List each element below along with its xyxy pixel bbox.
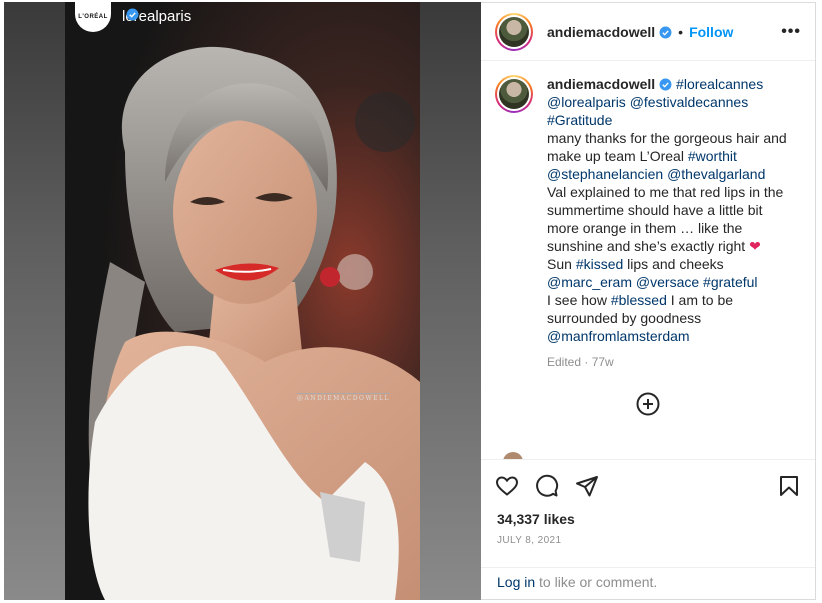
- caption-link[interactable]: #worthit: [688, 148, 737, 164]
- caption-link[interactable]: @stephanelancien: [547, 166, 663, 182]
- comments-area[interactable]: andiemacdowell #lorealcannes @lorealpari…: [481, 61, 815, 459]
- caption-link[interactable]: @marc_eram: [547, 274, 632, 290]
- caption-username[interactable]: andiemacdowell: [547, 76, 655, 92]
- heart-icon[interactable]: [495, 474, 519, 498]
- avatar-image: [499, 79, 529, 109]
- post-date[interactable]: JULY 8, 2021: [481, 531, 815, 559]
- share-icon[interactable]: [575, 474, 599, 498]
- post-header: andiemacdowell • Follow •••: [481, 3, 815, 61]
- caption-body: #lorealcannes @lorealparis @festivaldeca…: [547, 76, 787, 344]
- caption-link[interactable]: @versace: [636, 274, 699, 290]
- like-count[interactable]: 34,337 likes: [481, 511, 815, 531]
- login-link[interactable]: Log in: [497, 574, 535, 590]
- verified-icon: [659, 26, 672, 38]
- caption-segment: lips and cheeks: [623, 256, 724, 272]
- action-bar: [481, 459, 815, 511]
- media-backdrop-left: [4, 2, 65, 600]
- post-sidebar: andiemacdowell • Follow ••• andiemacdowe…: [481, 2, 816, 600]
- avatar-image: [499, 16, 529, 47]
- caption-link[interactable]: @lorealparis: [547, 94, 626, 110]
- post-photo[interactable]: L'ORÉAL lorealparis @ANDIEMACDOWELL: [65, 2, 420, 600]
- caption-avatar[interactable]: [495, 75, 533, 113]
- login-prompt: Log in to like or comment.: [481, 567, 815, 599]
- caption-segment: Sun: [547, 256, 576, 272]
- follow-button[interactable]: Follow: [689, 24, 733, 40]
- caption-link[interactable]: @thevalgarland: [667, 166, 765, 182]
- story-account-name[interactable]: lorealparis: [122, 8, 191, 25]
- caption-link[interactable]: @manfromlamsterdam: [547, 328, 690, 344]
- caption-link[interactable]: @festivaldecannes: [630, 94, 749, 110]
- separator-dot: •: [678, 23, 684, 40]
- caption-link[interactable]: #Gratitude: [547, 112, 612, 128]
- caption-link[interactable]: #kissed: [576, 256, 623, 272]
- caption-segment: many thanks for the gorgeous hair and ma…: [547, 130, 787, 164]
- caption-link[interactable]: #blessed: [611, 292, 667, 308]
- caption-text: andiemacdowell #lorealcannes @lorealpari…: [547, 75, 787, 345]
- verified-icon: [126, 8, 139, 21]
- portrait-illustration: [65, 2, 420, 600]
- comment-avatar-partial: [503, 452, 523, 459]
- story-logo-text: L'ORÉAL: [78, 14, 108, 20]
- verified-icon: [659, 78, 672, 91]
- caption-segment: I see how: [547, 292, 611, 308]
- bookmark-icon[interactable]: [777, 474, 801, 498]
- caption-meta: Edited · 77w: [547, 355, 614, 369]
- header-username[interactable]: andiemacdowell: [547, 24, 672, 40]
- header-avatar[interactable]: [495, 12, 533, 51]
- caption-link[interactable]: #grateful: [703, 274, 757, 290]
- red-heart-emoji: ❤: [749, 238, 761, 254]
- caption-link[interactable]: #lorealcannes: [676, 76, 763, 92]
- header-username-text: andiemacdowell: [547, 23, 656, 40]
- login-prompt-text: to like or comment.: [535, 574, 658, 590]
- photo-watermark: @ANDIEMACDOWELL: [297, 393, 390, 402]
- more-options-icon[interactable]: •••: [781, 23, 801, 41]
- load-more-comments-icon[interactable]: [636, 392, 660, 416]
- post-media[interactable]: L'ORÉAL lorealparis @ANDIEMACDOWELL: [4, 2, 481, 600]
- comment-icon[interactable]: [535, 474, 559, 498]
- media-backdrop-right: [420, 2, 481, 600]
- caption-segment: Val explained to me that red lips in the…: [547, 184, 784, 254]
- caption: andiemacdowell #lorealcannes @lorealpari…: [495, 75, 801, 345]
